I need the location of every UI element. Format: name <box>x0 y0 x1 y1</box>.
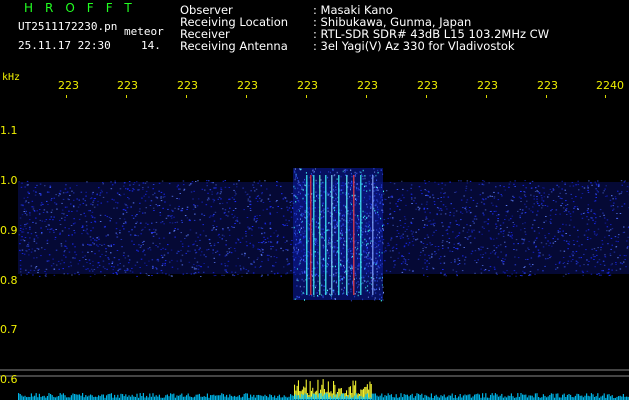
y-tick-label: 0.6 <box>0 373 18 386</box>
x-tick-label: 223 <box>417 79 438 92</box>
x-tick-label: 223 <box>237 79 258 92</box>
x-tick-marks <box>66 95 606 98</box>
x-tick-label: 223 <box>357 79 378 92</box>
hrofft-window: HROFFT UT2511172230.pn meteor 25.11.17 2… <box>0 0 629 400</box>
x-tick-label: 223 <box>537 79 558 92</box>
info-value-antenna: : 3el Yagi(V) Az 330 for Vladivostok <box>313 39 515 53</box>
spectrogram-plot <box>0 95 629 400</box>
x-tick-label: 223 <box>477 79 498 92</box>
x-tick-label: 223 <box>297 79 318 92</box>
y-axis-unit: kHz <box>2 72 21 83</box>
x-tick-label: 223 <box>117 79 138 92</box>
info-label-antenna: Receiving Antenna <box>180 39 288 53</box>
station-name: HROFFT <box>24 1 144 15</box>
file-name: UT2511172230.pn <box>18 20 118 33</box>
x-tick-label: 223 <box>177 79 198 92</box>
mode-label: meteor <box>124 25 164 38</box>
y-tick-label: 0.7 <box>0 323 18 336</box>
meteor-echo <box>293 168 384 302</box>
x-tick-label: 2240 <box>596 79 624 92</box>
y-tick-label: 1.1 <box>0 124 18 137</box>
x-tick-label: 223 <box>58 79 79 92</box>
y-tick-label: 0.8 <box>0 274 18 287</box>
signal-bars <box>294 379 372 399</box>
y-tick-label: 0.9 <box>0 224 18 237</box>
y-tick-label: 1.0 <box>0 174 18 187</box>
record-number: 14. <box>141 39 161 52</box>
date-time: 25.11.17 22:30 <box>18 39 111 52</box>
